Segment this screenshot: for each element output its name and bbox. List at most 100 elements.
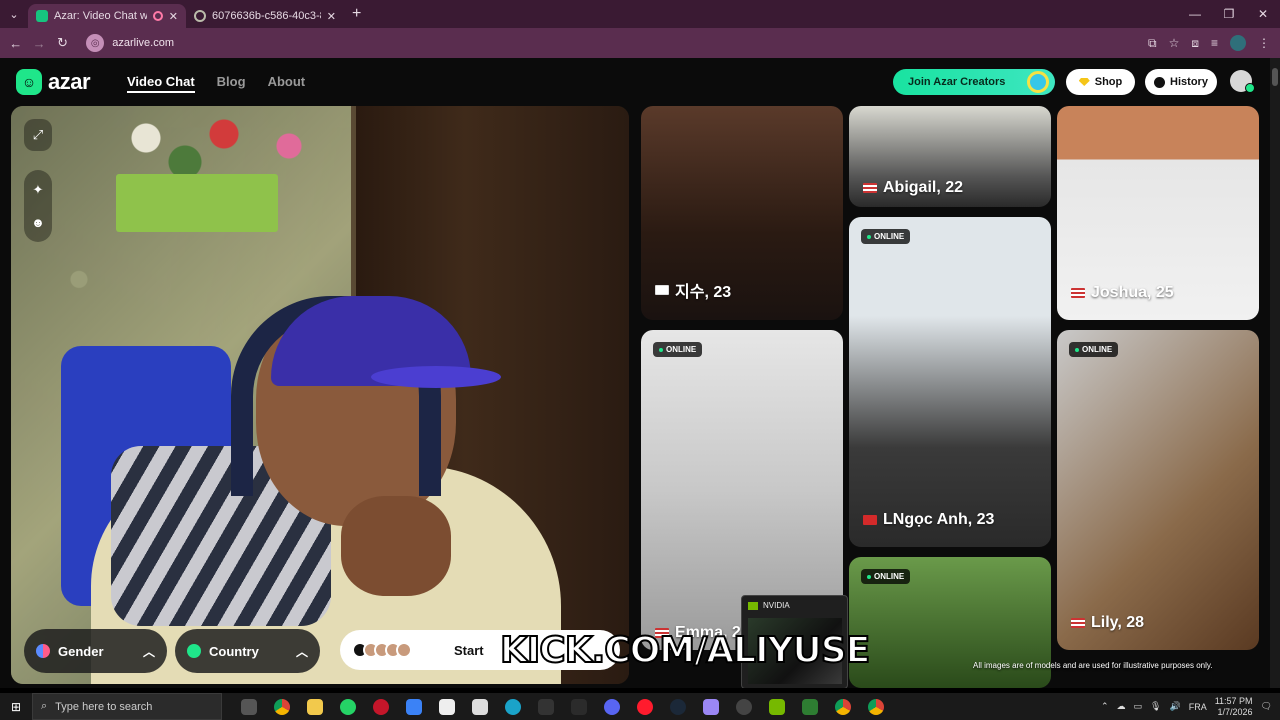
tab-second[interactable]: 6076636b-c586-40c3-8815-a3 ✕ [186,4,344,28]
file-explorer-icon[interactable] [298,693,331,720]
chrome-icon-3[interactable] [859,693,892,720]
media-player-icon[interactable] [793,693,826,720]
capcut-icon-2[interactable] [463,693,496,720]
windows-taskbar: ⊞ ⌕ Type here to search ⌃ ☁ ▭ 🎙 🔊 FRA 11 [0,693,1280,720]
expand-icon[interactable]: ⤢ [24,119,52,151]
tab-azar[interactable]: Azar: Video Chat with New ✕ [28,4,186,28]
globe-icon [194,10,206,22]
reload-icon[interactable]: ↻ [51,35,74,51]
nav-blog[interactable]: Blog [217,74,246,93]
vpn-icon[interactable] [694,693,727,720]
user-avatar[interactable] [1230,70,1255,93]
nav-video-chat[interactable]: Video Chat [127,74,195,93]
card-name: 지수, 23 [655,278,731,302]
edge-icon[interactable] [496,693,529,720]
profile-card[interactable]: 지수, 23 [641,106,843,320]
gender-icon [36,644,50,658]
face-icon[interactable]: ☻ [24,206,52,238]
address-bar[interactable]: ◎ azarlive.com [84,32,1148,54]
avatar-stack [352,642,412,658]
browser-toolbar: ← → ↻ ◎ azarlive.com ⧉ ☆ ⧈ ≡ ⋮ [0,28,1280,58]
menu-kebab-icon[interactable]: ⋮ [1258,36,1270,50]
card-name: LNgọc Anh, 23 [863,511,994,529]
windows-start-icon[interactable]: ⊞ [0,700,32,714]
steam-icon[interactable] [661,693,694,720]
country-filter[interactable]: Country ︿ [175,629,320,673]
opera-icon[interactable] [628,693,661,720]
join-creators-button[interactable]: Join Azar Creators [893,69,1055,95]
bookmark-star-icon[interactable]: ☆ [1169,36,1180,50]
nav-about[interactable]: About [268,74,306,93]
sparkle-icon[interactable]: ✦ [24,174,52,206]
network-icon[interactable]: ▭ [1134,701,1143,712]
azar-page: ☺ azar Video Chat Blog About Join Azar C… [0,58,1280,688]
clock-date: 1/7/2026 [1217,706,1253,717]
history-button[interactable]: History [1145,69,1217,95]
mic-icon[interactable]: 🎙 [1150,701,1161,712]
person [71,266,571,684]
profile-card[interactable]: ONLINE LNgọc Anh, 23 [849,217,1051,547]
terminal-icon[interactable] [562,693,595,720]
new-tab-button[interactable]: + [352,5,361,23]
language-indicator[interactable]: FRA [1189,702,1207,712]
tab-search-icon[interactable]: ⌄ [0,0,28,28]
profile-avatar[interactable] [1230,35,1246,51]
mail-icon[interactable] [397,693,430,720]
app-icon[interactable] [529,693,562,720]
page-scrollbar[interactable] [1270,58,1280,688]
discord-icon[interactable] [595,693,628,720]
browser-tab-strip: ⌄ Azar: Video Chat with New ✕ 6076636b-c… [0,0,1280,28]
close-icon[interactable]: ✕ [1246,0,1280,28]
creators-label: Join Azar Creators [908,76,1006,88]
online-badge: ONLINE [861,229,911,244]
close-tab-icon[interactable]: ✕ [169,10,178,23]
minimize-icon[interactable]: — [1178,0,1212,28]
stream-watermark: KICK.COM/ALIYUSE [499,629,871,672]
taskbar-search[interactable]: ⌕ Type here to search [32,693,222,720]
gender-filter[interactable]: Gender ︿ [24,629,167,673]
chevron-up-icon: ︿ [142,644,155,659]
azar-favicon-icon [36,10,48,22]
url-text[interactable]: azarlive.com [112,37,174,49]
gem-icon [1078,78,1090,86]
gender-label: Gender [58,643,104,659]
card-name: Lily, 28 [1071,614,1144,632]
search-icon: ⌕ [41,700,48,712]
cast-icon[interactable]: ⧉ [1148,36,1157,51]
toolbar-actions: ⧉ ☆ ⧈ ≡ ⋮ [1148,35,1280,51]
back-icon[interactable]: ← [4,36,27,51]
shop-button[interactable]: Shop [1066,69,1135,95]
forward-icon[interactable]: → [27,36,50,51]
clock-icon [1154,76,1166,88]
site-info-icon[interactable]: ◎ [86,34,105,52]
capcut-icon[interactable] [430,693,463,720]
obs-icon[interactable] [727,693,760,720]
history-label: History [1170,76,1208,88]
notifications-icon[interactable]: 🗨 [1261,701,1272,712]
disclaimer-text: All images are of models and are used fo… [973,661,1213,670]
chevron-up-icon: ︿ [295,644,308,659]
clock[interactable]: 11:57 PM 1/7/2026 [1215,696,1253,718]
tab-title: Azar: Video Chat with New [54,10,147,22]
whatsapp-icon[interactable] [331,693,364,720]
tray-chevron-icon[interactable]: ⌃ [1101,701,1109,712]
planter [116,174,278,232]
volume-icon[interactable]: 🔊 [1169,701,1180,712]
chrome-icon-2[interactable] [826,693,859,720]
clock-time: 11:57 PM [1214,695,1253,706]
chrome-icon[interactable] [265,693,298,720]
cloud-icon[interactable]: ☁ [1117,701,1126,712]
azar-logo[interactable]: ☺ azar [16,69,91,95]
reading-list-icon[interactable]: ≡ [1211,36,1218,50]
profile-card[interactable]: ONLINE Lily, 28 [1057,330,1259,650]
task-view-icon[interactable] [232,693,265,720]
profile-card[interactable]: Joshua, 25 [1057,106,1259,320]
profile-card[interactable]: Abigail, 22 [849,106,1051,207]
extensions-icon[interactable]: ⧈ [1191,36,1199,51]
flag-us-icon [863,183,877,193]
opera-gx-icon[interactable] [364,693,397,720]
restore-icon[interactable]: ❐ [1212,0,1246,28]
azar-logo-icon: ☺ [16,69,42,95]
nvidia-taskbar-icon[interactable] [760,693,793,720]
close-tab-icon[interactable]: ✕ [327,10,336,23]
